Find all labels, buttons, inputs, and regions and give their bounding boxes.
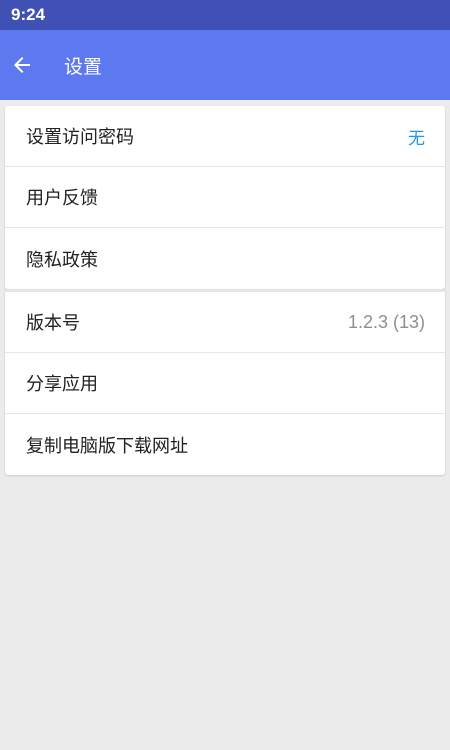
setting-value: 无 [408, 128, 425, 149]
status-bar: 9:24 [0, 0, 450, 30]
setting-access-password[interactable]: 设置访问密码 无 [5, 106, 445, 167]
setting-label: 复制电脑版下载网址 [26, 435, 188, 457]
setting-label: 版本号 [26, 313, 80, 334]
page-title: 设置 [64, 55, 103, 78]
setting-label: 隐私政策 [26, 249, 98, 271]
settings-section-security: 设置访问密码 无 用户反馈 隐私政策 [5, 106, 445, 289]
back-button[interactable] [0, 43, 44, 87]
app-bar: 设置 [0, 30, 450, 100]
version-value: 1.2.3 (13) [347, 311, 425, 332]
setting-label: 用户反馈 [26, 188, 98, 209]
setting-label: 设置访问密码 [26, 127, 134, 148]
settings-section-about: 版本号 1.2.3 (13) 分享应用 复制电脑版下载网址 [5, 289, 445, 475]
setting-label: 分享应用 [26, 374, 98, 395]
setting-version[interactable]: 版本号 1.2.3 (13) [5, 292, 445, 353]
status-time: 9:24 [11, 5, 46, 24]
setting-user-feedback[interactable]: 用户反馈 [5, 167, 445, 228]
setting-share-app[interactable]: 分享应用 [5, 353, 445, 414]
arrow-left-icon [14, 57, 30, 73]
setting-copy-download-url[interactable]: 复制电脑版下载网址 [5, 414, 445, 475]
setting-privacy-policy[interactable]: 隐私政策 [5, 228, 445, 289]
